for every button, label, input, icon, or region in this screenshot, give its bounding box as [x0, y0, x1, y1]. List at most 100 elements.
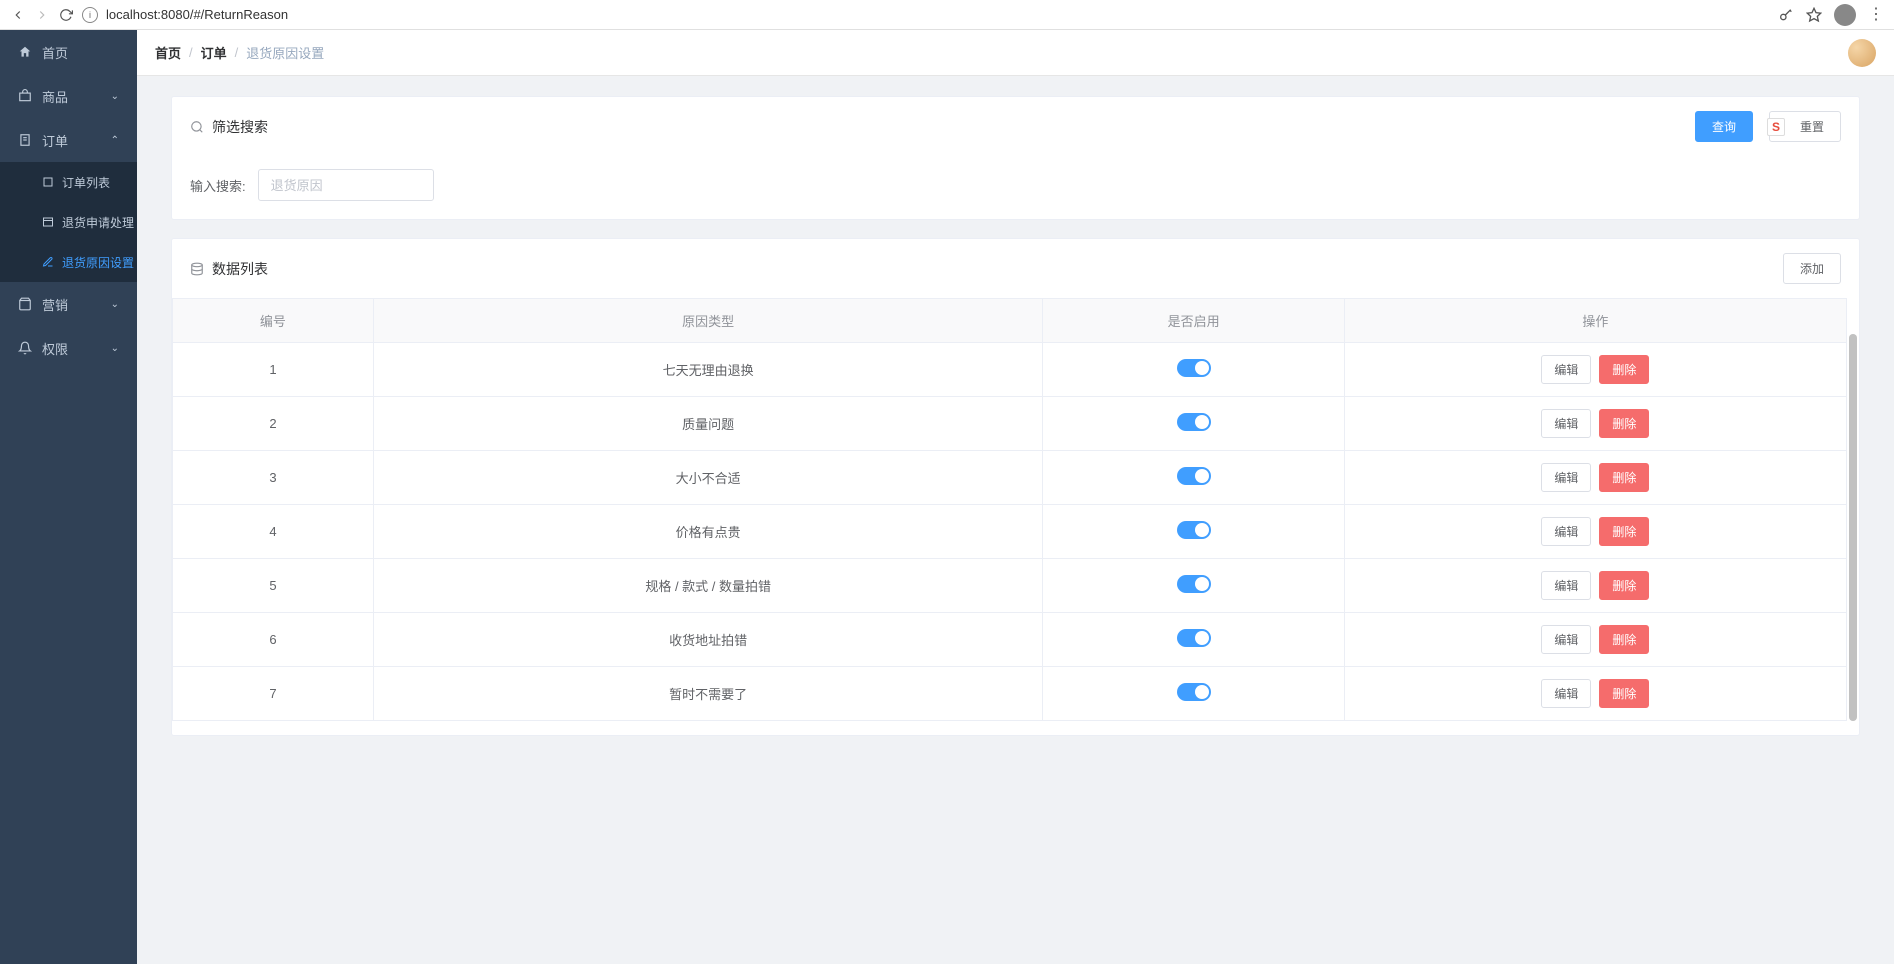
sidebar-item-label: 首页 [42, 43, 68, 62]
breadcrumb: 首页 / 订单 / 退货原因设置 [155, 43, 324, 62]
cell-ops: 编辑 删除 [1344, 343, 1846, 397]
browser-chrome: i localhost:8080/#/ReturnReason ⋮ [0, 0, 1894, 30]
scrollbar-thumb[interactable] [1849, 334, 1857, 721]
cell-ops: 编辑 删除 [1344, 505, 1846, 559]
cell-id: 6 [173, 613, 374, 667]
sidebar-item-label: 订单列表 [62, 174, 110, 191]
product-icon [18, 89, 32, 103]
forward-icon[interactable] [34, 7, 50, 23]
sidebar-item-home[interactable]: 首页 [0, 30, 137, 74]
search-input[interactable] [258, 169, 434, 201]
menu-dots-icon[interactable]: ⋮ [1868, 7, 1884, 23]
home-icon [18, 45, 32, 59]
cell-reason: 暂时不需要了 [373, 667, 1043, 721]
content: 筛选搜索 查询 S ⌨ 重置 输入搜索: [137, 76, 1894, 964]
sidebar-sub-return-reason[interactable]: 退货原因设置 [0, 242, 137, 282]
main: 首页 / 订单 / 退货原因设置 筛选搜索 查询 [137, 30, 1894, 964]
database-icon [190, 262, 204, 276]
sidebar-item-permission[interactable]: 权限 ⌄ [0, 326, 137, 370]
toggle-switch[interactable] [1177, 359, 1211, 377]
breadcrumb-sep: / [235, 45, 239, 60]
edit-button[interactable]: 编辑 [1541, 355, 1591, 384]
breadcrumb-current: 退货原因设置 [246, 43, 324, 62]
toggle-switch[interactable] [1177, 467, 1211, 485]
delete-button[interactable]: 删除 [1599, 409, 1649, 438]
query-button[interactable]: 查询 [1695, 111, 1753, 142]
cell-ops: 编辑 删除 [1344, 667, 1846, 721]
reload-icon[interactable] [58, 7, 74, 23]
cell-id: 1 [173, 343, 374, 397]
list-icon [42, 176, 54, 188]
edit-button[interactable]: 编辑 [1541, 517, 1591, 546]
add-button[interactable]: 添加 [1783, 253, 1841, 284]
cell-enabled [1043, 667, 1344, 721]
avatar[interactable] [1848, 39, 1876, 67]
sidebar-item-marketing[interactable]: 营销 ⌄ [0, 282, 137, 326]
sidebar-item-order[interactable]: 订单 ⌃ [0, 118, 137, 162]
sidebar-sub-order-list[interactable]: 订单列表 [0, 162, 137, 202]
cell-id: 2 [173, 397, 374, 451]
cell-id: 3 [173, 451, 374, 505]
search-label: 输入搜索: [190, 176, 246, 195]
edit-button[interactable]: 编辑 [1541, 463, 1591, 492]
sidebar-item-product[interactable]: 商品 ⌄ [0, 74, 137, 118]
cell-enabled [1043, 613, 1344, 667]
cell-id: 4 [173, 505, 374, 559]
cell-reason: 收货地址拍错 [373, 613, 1043, 667]
profile-icon[interactable] [1834, 4, 1856, 26]
delete-button[interactable]: 删除 [1599, 355, 1649, 384]
delete-button[interactable]: 删除 [1599, 625, 1649, 654]
edit-button[interactable]: 编辑 [1541, 571, 1591, 600]
table-row: 2 质量问题 编辑 删除 [173, 397, 1847, 451]
toggle-switch[interactable] [1177, 629, 1211, 647]
table-row: 1 七天无理由退换 编辑 删除 [173, 343, 1847, 397]
cell-enabled [1043, 343, 1344, 397]
sidebar-item-label: 订单 [42, 131, 68, 150]
data-table: 编号 原因类型 是否启用 操作 1 七天无理由退换 编辑 删除 2 质量问题 [172, 298, 1847, 721]
table-row: 4 价格有点贵 编辑 删除 [173, 505, 1847, 559]
delete-button[interactable]: 删除 [1599, 679, 1649, 708]
key-icon[interactable] [1778, 7, 1794, 23]
cell-ops: 编辑 删除 [1344, 397, 1846, 451]
delete-button[interactable]: 删除 [1599, 463, 1649, 492]
edit-button[interactable]: 编辑 [1541, 409, 1591, 438]
back-icon[interactable] [10, 7, 26, 23]
delete-button[interactable]: 删除 [1599, 571, 1649, 600]
cell-id: 7 [173, 667, 374, 721]
url-bar[interactable]: localhost:8080/#/ReturnReason [106, 7, 1770, 22]
cell-reason: 规格 / 款式 / 数量拍错 [373, 559, 1043, 613]
toggle-switch[interactable] [1177, 683, 1211, 701]
search-icon [190, 120, 204, 134]
table-row: 7 暂时不需要了 编辑 删除 [173, 667, 1847, 721]
col-id: 编号 [173, 299, 374, 343]
search-card: 筛选搜索 查询 S ⌨ 重置 输入搜索: [171, 96, 1860, 220]
cell-ops: 编辑 删除 [1344, 613, 1846, 667]
breadcrumb-home[interactable]: 首页 [155, 43, 181, 62]
toggle-switch[interactable] [1177, 575, 1211, 593]
data-list-card: 数据列表 添加 编号 原因类型 是否启用 操作 [171, 238, 1860, 736]
sidebar-item-label: 权限 [42, 339, 68, 358]
star-icon[interactable] [1806, 7, 1822, 23]
cell-reason: 七天无理由退换 [373, 343, 1043, 397]
marketing-icon [18, 297, 32, 311]
col-reason: 原因类型 [373, 299, 1043, 343]
order-icon [18, 133, 32, 147]
toggle-switch[interactable] [1177, 521, 1211, 539]
search-title: 筛选搜索 [212, 117, 268, 137]
toggle-switch[interactable] [1177, 413, 1211, 431]
edit-button[interactable]: 编辑 [1541, 679, 1591, 708]
site-info-icon[interactable]: i [82, 7, 98, 23]
breadcrumb-order[interactable]: 订单 [201, 43, 227, 62]
return-apply-icon [42, 216, 54, 228]
ime-sogou-icon: S [1767, 118, 1785, 136]
delete-button[interactable]: 删除 [1599, 517, 1649, 546]
sidebar-sub-return-apply[interactable]: 退货申请处理 [0, 202, 137, 242]
cell-id: 5 [173, 559, 374, 613]
table-scrollbar[interactable] [1849, 334, 1857, 721]
edit-button[interactable]: 编辑 [1541, 625, 1591, 654]
chevron-down-icon: ⌄ [111, 343, 119, 354]
sidebar-item-label: 退货原因设置 [62, 254, 134, 271]
bell-icon [18, 341, 32, 355]
sidebar: 首页 商品 ⌄ 订单 ⌃ 订单列表 退货申请处理 退货原因设置 营销 ⌄ [0, 30, 137, 964]
edit-icon [42, 256, 54, 268]
